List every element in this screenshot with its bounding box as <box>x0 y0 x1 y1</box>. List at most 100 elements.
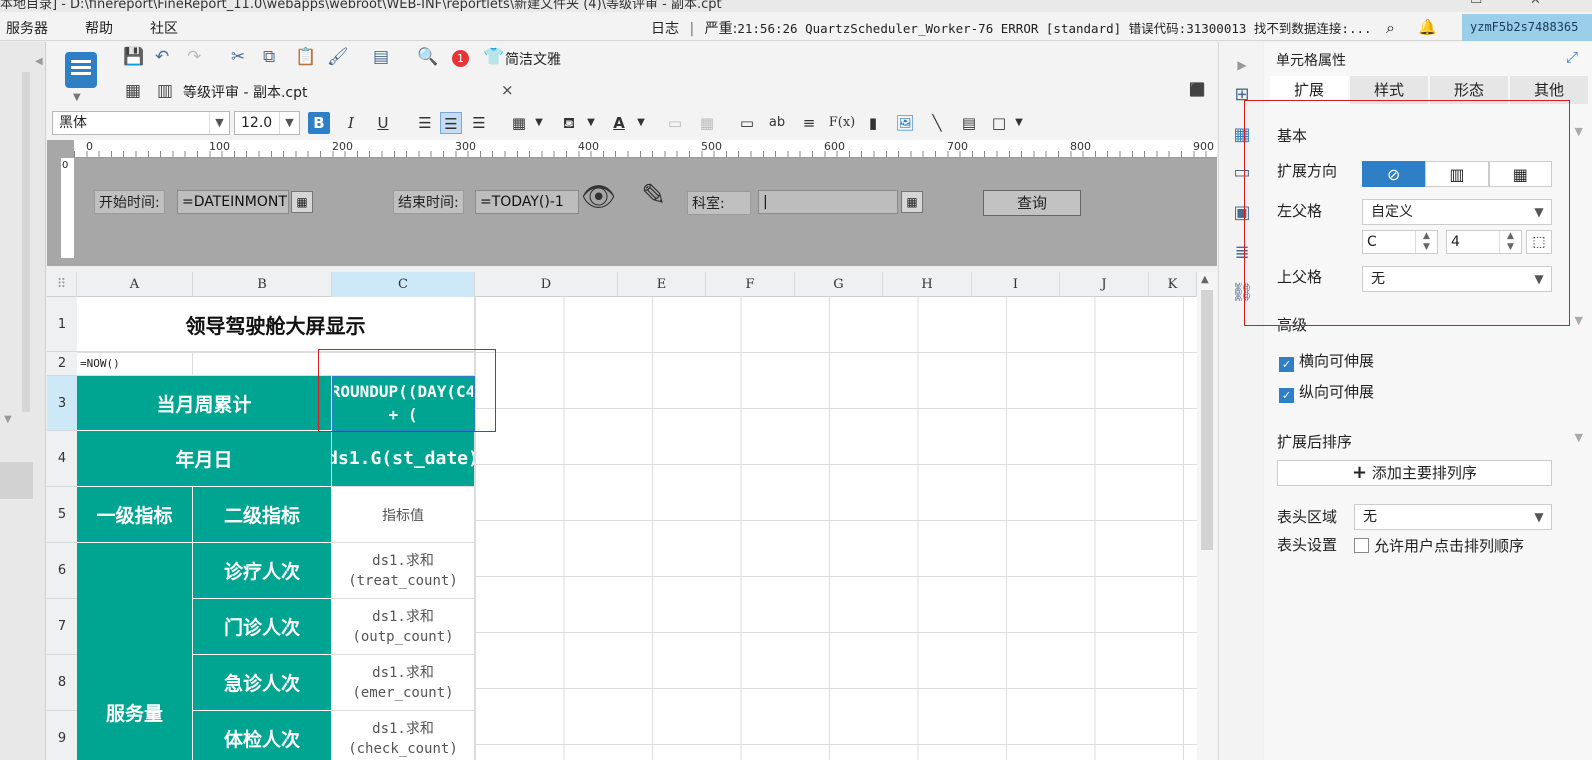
cell-service[interactable]: 服务量 <box>77 543 193 760</box>
col-header-d[interactable]: D <box>475 272 618 297</box>
left-scrollbar[interactable] <box>22 72 30 412</box>
left-selected-item[interactable] <box>0 462 33 499</box>
sheet-grid-icon[interactable]: ▦ <box>125 81 141 101</box>
col-header-f[interactable]: F <box>706 272 795 297</box>
col-header-a[interactable]: A <box>77 272 193 297</box>
rich-text-icon[interactable]: ≡ <box>798 112 820 134</box>
collapse-left-icon[interactable]: ◀ <box>35 56 43 67</box>
menu-server[interactable]: 服务器 <box>6 18 48 38</box>
row-header-7[interactable]: 7 <box>47 599 77 655</box>
row-header-6[interactable]: 6 <box>47 543 77 599</box>
text-cell-icon[interactable]: ▭ <box>736 112 758 134</box>
row-header-8[interactable]: 8 <box>47 655 77 711</box>
cell-emer-formula[interactable]: ds1.求和(emer_count) <box>332 655 475 711</box>
user-badge[interactable]: yzmF5b2s7488365 <box>1462 14 1592 41</box>
scrollbar-thumb[interactable] <box>1201 290 1213 550</box>
cell-check-formula[interactable]: ds1.求和(check_count) <box>332 711 475 760</box>
col-header-k[interactable]: K <box>1149 272 1197 297</box>
end-time-input[interactable]: =TODAY()-1 <box>475 190 579 214</box>
chevron-down-icon[interactable]: ▼ <box>580 112 602 134</box>
header-area-select[interactable]: 无 ▼ <box>1354 504 1552 530</box>
paste-icon[interactable]: 📋 <box>295 47 316 67</box>
calendar-icon[interactable]: ▦ <box>291 191 313 213</box>
align-right-icon[interactable]: ☰ <box>468 112 490 134</box>
insert-image-icon[interactable]: 🖼 <box>894 112 916 134</box>
col-header-b[interactable]: B <box>193 272 332 297</box>
pin-icon[interactable]: ⤢ <box>1566 48 1578 66</box>
chevron-down-icon[interactable]: ▼ <box>1008 112 1030 134</box>
template-logo-icon[interactable] <box>65 52 97 88</box>
formula-button[interactable]: F(x) <box>828 112 856 134</box>
merge-cells-icon[interactable]: ▭ <box>664 112 686 134</box>
align-left-icon[interactable]: ☰ <box>414 112 436 134</box>
scroll-up-icon[interactable]: ▲ <box>1201 274 1209 285</box>
copy-icon[interactable]: ⧉ <box>263 47 275 67</box>
col-header-e[interactable]: E <box>618 272 706 297</box>
cell-treat-label[interactable]: 诊疗人次 <box>193 543 332 599</box>
notification-badge[interactable]: 1 <box>452 50 469 67</box>
row-header-9[interactable]: 9 <box>47 711 77 760</box>
row-header-4[interactable]: 4 <box>47 431 77 487</box>
cell-element-icon[interactable]: □ <box>988 112 1010 134</box>
slash-icon[interactable]: ╲ <box>926 112 948 134</box>
cell-check-label[interactable]: 体检人次 <box>193 711 332 760</box>
font-size-select[interactable]: 12.0 ▼ <box>234 111 300 135</box>
menu-community[interactable]: 社区 <box>150 18 178 38</box>
grid-vertical-scrollbar[interactable]: ▲ <box>1197 272 1217 760</box>
cell-treat-formula[interactable]: ds1.求和(treat_count) <box>332 543 475 599</box>
cell-level2[interactable]: 二级指标 <box>193 487 332 543</box>
restore-icon[interactable]: ▭ <box>1470 0 1482 8</box>
col-header-g[interactable]: G <box>795 272 883 297</box>
close-window-icon[interactable]: ✕ <box>1530 0 1541 8</box>
align-center-icon[interactable]: ☰ <box>440 112 462 134</box>
cell-title[interactable]: 领导驾驶舱大屏显示 <box>77 297 475 352</box>
fill-color-icon[interactable]: ⛾ <box>558 112 580 134</box>
expand-right-icon[interactable]: ▶ <box>1231 54 1253 76</box>
cell-outp-formula[interactable]: ds1.求和(outp_count) <box>332 599 475 655</box>
section-sort[interactable]: 扩展后排序 ▼ <box>1277 431 1583 452</box>
font-family-select[interactable]: 黑体 ▼ <box>52 111 230 135</box>
query-button[interactable]: 查询 <box>983 190 1081 216</box>
pencil-icon[interactable]: ✎ <box>641 178 666 213</box>
expand-down-icon[interactable]: ▼ <box>4 414 12 425</box>
cell-outp-label[interactable]: 门诊人次 <box>193 599 332 655</box>
chevron-down-icon[interactable]: ▼ <box>528 112 550 134</box>
save-icon[interactable]: 💾 <box>123 47 144 67</box>
cell-week-cum[interactable]: 当月周累计 <box>77 376 332 431</box>
insert-text-button[interactable]: ab <box>766 112 788 134</box>
insert-chart-icon[interactable]: ▮ <box>862 112 884 134</box>
row-header-3[interactable]: 3 <box>47 376 77 431</box>
sub-report-icon[interactable]: ▤ <box>958 112 980 134</box>
col-header-h[interactable]: H <box>883 272 972 297</box>
row-header-5[interactable]: 5 <box>47 487 77 543</box>
cell-level1[interactable]: 一级指标 <box>77 487 193 543</box>
theme-shirt-icon[interactable]: 👕 <box>483 47 504 67</box>
dropdown-icon[interactable]: ▼ <box>73 88 81 108</box>
split-cells-icon[interactable]: ▦ <box>696 112 718 134</box>
empty-cells[interactable] <box>475 297 1197 760</box>
v-expand-checkbox[interactable]: ✓ 纵向可伸展 <box>1279 381 1374 403</box>
cell-value-head[interactable]: 指标值 <box>332 487 475 543</box>
col-header-j[interactable]: J <box>1060 272 1149 297</box>
bell-icon[interactable]: 🔔 <box>1418 18 1437 36</box>
add-sort-button[interactable]: + 添加主要排列序 <box>1277 460 1552 486</box>
cell-ymd[interactable]: 年月日 <box>77 431 332 487</box>
preview-icon[interactable]: 🔍 <box>417 47 438 67</box>
col-header-c[interactable]: C <box>332 272 475 297</box>
cell-emer-label[interactable]: 急诊人次 <box>193 655 332 711</box>
log-bar[interactable]: 日志 | 严重:21:56:26 QuartzScheduler_Worker-… <box>651 18 1372 38</box>
hidden-eye-icon[interactable]: 👁 <box>581 180 617 213</box>
italic-button[interactable]: I <box>340 112 362 134</box>
underline-button[interactable]: U <box>372 112 394 134</box>
redo-icon[interactable]: ↷ <box>187 47 201 67</box>
search-icon[interactable]: ⌕ <box>1386 18 1395 38</box>
font-color-icon[interactable]: A <box>608 112 630 134</box>
allow-sort-checkbox[interactable]: 允许用户点击排列顺序 <box>1354 535 1524 556</box>
start-time-input[interactable]: =DATEINMONT <box>177 190 289 214</box>
chart-sheet-icon[interactable]: ▥ <box>157 81 173 101</box>
bold-button[interactable]: B <box>308 112 330 134</box>
row-header-1[interactable]: 1 <box>47 297 77 352</box>
h-expand-checkbox[interactable]: ✓ 横向可伸展 <box>1279 350 1374 372</box>
row-header-2[interactable]: 2 <box>47 352 77 376</box>
select-all-corner[interactable]: ⠿ <box>47 272 77 297</box>
